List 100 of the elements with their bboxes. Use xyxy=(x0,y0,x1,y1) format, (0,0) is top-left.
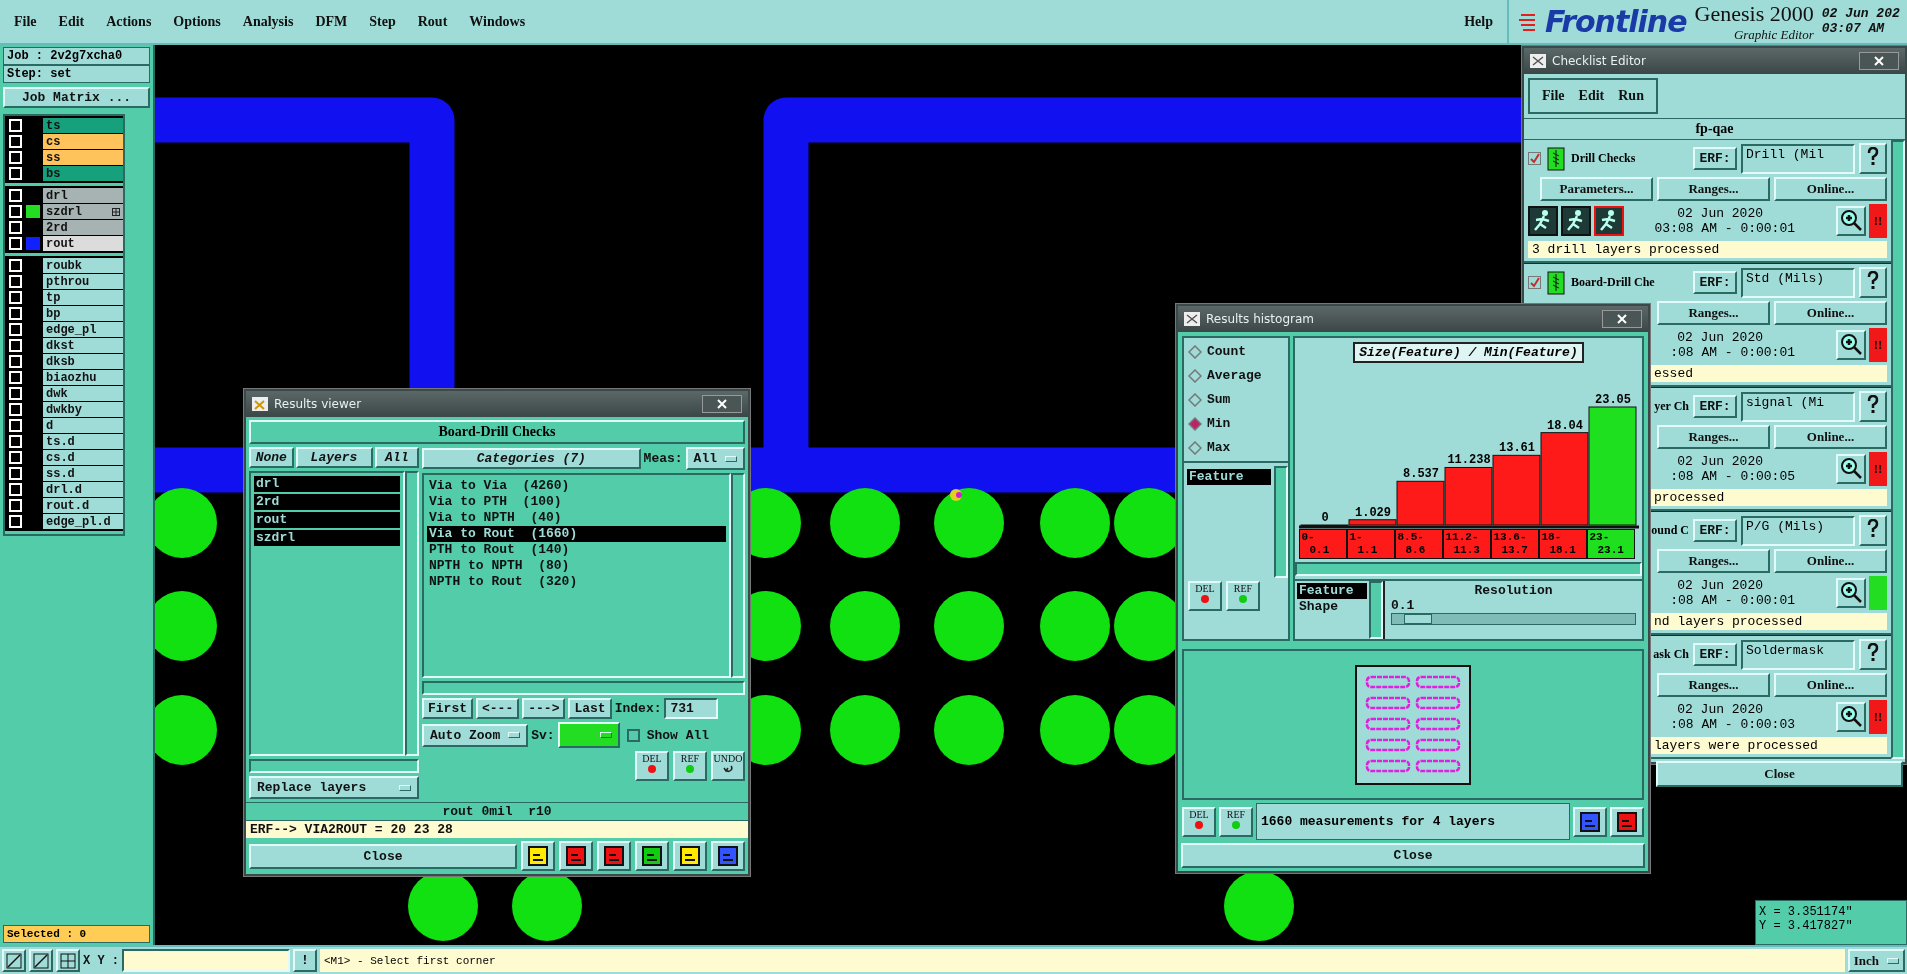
layer-name[interactable]: bp xyxy=(43,306,123,321)
layer-checkbox[interactable] xyxy=(9,355,22,368)
running-figure-icon[interactable] xyxy=(1561,206,1591,236)
check-name[interactable]: Board-Drill Che xyxy=(1571,275,1655,290)
refresh-action-button[interactable]: REF xyxy=(1219,806,1253,837)
erf-field[interactable]: Std (Mils) xyxy=(1741,267,1855,298)
layer-name[interactable]: drl.d xyxy=(43,482,123,497)
erf-button[interactable]: ERF: xyxy=(1693,643,1737,666)
layer-name[interactable]: dwk xyxy=(43,386,123,401)
check-option-button[interactable]: Online... xyxy=(1774,673,1887,697)
layer-name[interactable]: ss xyxy=(43,150,123,165)
category-item[interactable]: Via to Via (4260) xyxy=(427,478,726,494)
layer-name[interactable]: rout xyxy=(43,236,123,251)
layer-name[interactable]: edge_pl xyxy=(43,322,123,337)
category-item[interactable]: Via to Rout (1660) xyxy=(427,526,726,542)
layer-name[interactable]: szdrl xyxy=(43,204,123,219)
layer-checkbox[interactable] xyxy=(9,419,22,432)
layer-name[interactable]: ss.d xyxy=(43,466,123,481)
layer-checkbox[interactable] xyxy=(9,483,22,496)
scrollbar[interactable] xyxy=(1891,140,1905,759)
scrollbar[interactable] xyxy=(1369,581,1383,639)
menu-item[interactable]: File xyxy=(1542,88,1565,104)
help-button[interactable] xyxy=(1859,143,1887,174)
check-option-button[interactable]: Ranges... xyxy=(1657,301,1770,325)
erf-button[interactable]: ERF: xyxy=(1693,147,1737,170)
layer-checkbox[interactable] xyxy=(9,387,22,400)
check-option-button[interactable]: Parameters... xyxy=(1540,177,1653,201)
menu-item[interactable]: Options xyxy=(173,13,221,30)
layer-item[interactable]: 2rd xyxy=(254,494,400,510)
delete-action-button[interactable]: DEL xyxy=(1182,806,1216,837)
snap-tool-button[interactable] xyxy=(56,949,80,972)
layer-name[interactable]: rout.d xyxy=(43,498,123,513)
check-option-button[interactable]: Online... xyxy=(1774,425,1887,449)
job-matrix-button[interactable]: Job Matrix ... xyxy=(3,87,150,108)
layer-checkbox[interactable] xyxy=(9,205,22,218)
layer-checkbox[interactable] xyxy=(9,291,22,304)
mode-option[interactable]: Max xyxy=(1207,440,1231,455)
scrollbar[interactable] xyxy=(1295,562,1642,576)
refresh-action-button[interactable]: REF xyxy=(673,751,707,781)
navigation-button[interactable]: Last xyxy=(568,698,612,719)
mode-option[interactable]: Sum xyxy=(1207,392,1231,407)
layer-filter-button[interactable]: None xyxy=(249,447,294,468)
erf-button[interactable]: ERF: xyxy=(1693,395,1737,418)
zoom-button[interactable] xyxy=(1836,702,1866,732)
layer-name[interactable]: 2rd xyxy=(43,220,123,235)
scrollbar[interactable] xyxy=(405,471,419,756)
layer-name[interactable]: cs xyxy=(43,134,123,149)
layer-filter-button[interactable]: All xyxy=(374,447,419,468)
check-option-button[interactable]: Online... xyxy=(1774,301,1887,325)
category-item[interactable]: Via to NPTH (40) xyxy=(427,510,726,526)
check-option-button[interactable]: Ranges... xyxy=(1657,425,1770,449)
layer-name[interactable]: ts xyxy=(43,118,123,133)
show-all-checkbox[interactable] xyxy=(626,728,640,742)
layer-checkbox[interactable] xyxy=(9,119,22,132)
menu-item[interactable]: Rout xyxy=(417,13,448,30)
layer-checkbox[interactable] xyxy=(9,307,22,320)
scrollbar[interactable] xyxy=(422,681,745,695)
layer-name[interactable]: drl xyxy=(43,188,123,203)
help-button[interactable] xyxy=(1859,639,1887,670)
delete-action-button[interactable]: DEL xyxy=(1188,581,1222,611)
menu-item[interactable]: Run xyxy=(1618,88,1644,104)
menu-item[interactable]: DFM xyxy=(315,13,348,30)
menu-item[interactable]: Step xyxy=(369,13,396,30)
group-by-item[interactable]: Shape xyxy=(1297,599,1367,615)
layer-item[interactable]: szdrl xyxy=(254,530,400,546)
alert-button[interactable]: ! xyxy=(293,949,317,972)
check-checkbox[interactable] xyxy=(1528,152,1541,165)
units-dropdown[interactable]: Inch xyxy=(1847,949,1905,972)
tool-button[interactable] xyxy=(597,841,631,871)
layer-checkbox[interactable] xyxy=(9,275,22,288)
scrollbar[interactable] xyxy=(1274,466,1288,578)
check-option-button[interactable]: Online... xyxy=(1774,177,1887,201)
layer-name[interactable]: dkst xyxy=(43,338,123,353)
erf-field[interactable]: signal (Mi xyxy=(1741,391,1855,422)
help-button[interactable] xyxy=(1859,267,1887,298)
layer-name[interactable]: d xyxy=(43,418,123,433)
delete-action-button[interactable]: DEL xyxy=(635,751,669,781)
resolution-slider[interactable] xyxy=(1391,613,1636,625)
category-item[interactable]: NPTH to Rout (320) xyxy=(427,574,726,590)
close-button[interactable]: Close xyxy=(249,843,517,869)
running-figure-icon[interactable] xyxy=(1528,206,1558,236)
tool-button[interactable] xyxy=(559,841,593,871)
check-option-button[interactable]: Online... xyxy=(1774,549,1887,573)
layer-checkbox[interactable] xyxy=(9,435,22,448)
refresh-action-button[interactable]: REF xyxy=(1226,581,1260,611)
xy-input[interactable] xyxy=(122,949,290,972)
tool-button[interactable] xyxy=(711,841,745,871)
help-button[interactable] xyxy=(1859,391,1887,422)
erf-button[interactable]: ERF: xyxy=(1693,271,1737,294)
tool-button[interactable] xyxy=(1610,806,1644,837)
close-button[interactable] xyxy=(702,395,742,413)
snap-tool-button[interactable] xyxy=(2,949,26,972)
layer-checkbox[interactable] xyxy=(9,237,22,250)
menu-item[interactable]: File xyxy=(14,13,37,30)
zoom-button[interactable] xyxy=(1836,330,1866,360)
layer-name[interactable]: pthrou xyxy=(43,274,123,289)
layer-item[interactable]: drl xyxy=(254,476,400,492)
check-name[interactable]: ask Ch xyxy=(1653,647,1689,662)
layer-name[interactable]: ts.d xyxy=(43,434,123,449)
layer-name[interactable]: biaozhu xyxy=(43,370,123,385)
